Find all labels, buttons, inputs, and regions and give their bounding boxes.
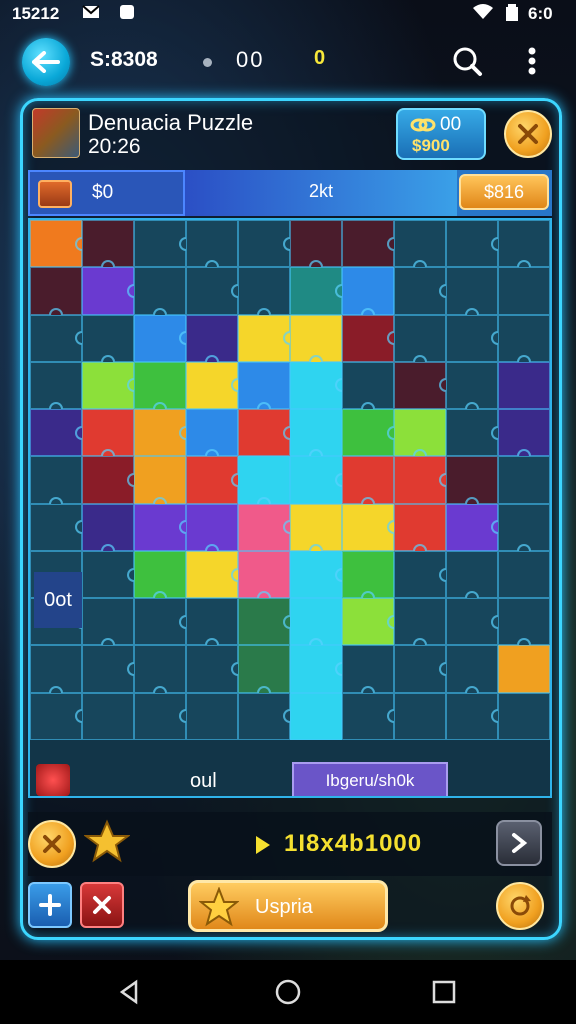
circle-home-icon xyxy=(275,979,301,1005)
menu-button[interactable] xyxy=(522,44,542,78)
puzzle-thumbnail[interactable] xyxy=(32,108,80,158)
top-bar: S:8308 00 0 xyxy=(0,34,576,90)
main-action-label: Uspria xyxy=(255,896,313,918)
puzzle-piece[interactable] xyxy=(498,692,550,740)
remove-button[interactable] xyxy=(80,882,124,928)
info-row: $0 2kt $816 xyxy=(28,170,552,216)
more-vert-icon xyxy=(528,47,536,75)
system-nav-bar xyxy=(0,960,576,1024)
coin-top-value: 00 xyxy=(440,114,462,135)
search-icon xyxy=(453,47,482,76)
mail-icon xyxy=(82,4,100,20)
nav-recents-button[interactable] xyxy=(428,976,460,1008)
triangle-back-icon xyxy=(119,979,138,1005)
puzzle-piece[interactable] xyxy=(498,456,550,504)
side-label: 0ot xyxy=(34,572,82,628)
board-foot-text: oul xyxy=(190,770,217,792)
nav-home-button[interactable] xyxy=(272,976,304,1008)
puzzle-piece[interactable] xyxy=(498,645,550,693)
close-icon xyxy=(518,124,538,144)
gem-icon xyxy=(36,764,70,796)
add-button[interactable] xyxy=(28,882,72,928)
puzzle-board[interactable]: 0ot oul Ibgeru/sh0k xyxy=(28,218,552,798)
info-right-button[interactable]: $816 xyxy=(459,174,549,210)
main-action-button[interactable]: Uspria xyxy=(188,880,388,932)
status-bar: 15212 6:0 xyxy=(0,0,576,28)
top-coins: S:8308 xyxy=(90,48,158,71)
close-icon xyxy=(93,896,111,914)
status-time: 15212 xyxy=(12,4,60,23)
action-score: 1I8x4b1000 xyxy=(284,830,423,857)
separator-dot xyxy=(203,58,212,67)
back-button[interactable] xyxy=(22,38,70,86)
next-button[interactable] xyxy=(496,820,542,866)
wifi-icon xyxy=(472,4,494,20)
coin-box[interactable]: 00 $900 xyxy=(396,108,486,160)
action-row: 1I8x4b1000 xyxy=(28,812,552,876)
puzzle-piece[interactable] xyxy=(394,692,446,740)
arrow-left-icon xyxy=(32,51,60,73)
rotate-button[interactable] xyxy=(496,882,544,930)
link-icon xyxy=(410,118,436,132)
info-middle-text: 2kt xyxy=(309,181,334,201)
play-icon xyxy=(256,836,270,854)
puzzle-piece[interactable] xyxy=(186,692,238,740)
puzzle-piece[interactable] xyxy=(498,267,550,315)
puzzle-piece[interactable] xyxy=(498,361,550,410)
bottom-row: Uspria xyxy=(28,876,552,936)
puzzle-header: Denuacia Puzzle 20:26 00 $900 xyxy=(28,104,552,164)
search-button[interactable] xyxy=(450,44,484,78)
status-right-time: 6:0 xyxy=(528,4,553,23)
info-left-amount: $0 xyxy=(92,182,114,203)
chevron-right-icon xyxy=(512,833,528,853)
info-right: $816 xyxy=(457,170,552,216)
plus-icon xyxy=(39,894,61,916)
rotate-icon xyxy=(510,895,531,916)
chest-icon xyxy=(38,180,72,208)
board-foot-pill[interactable]: Ibgeru/sh0k xyxy=(292,762,448,796)
nav-back-button[interactable] xyxy=(114,976,146,1008)
star-icon xyxy=(199,887,239,927)
puzzle-timer: 20:26 xyxy=(88,135,141,158)
coin-bottom-value: $900 xyxy=(412,136,450,155)
square-recents-icon xyxy=(432,980,456,1004)
info-left: $0 xyxy=(28,170,185,216)
notification-icon xyxy=(118,4,136,20)
puzzle-title: Denuacia Puzzle xyxy=(88,110,254,135)
puzzle-piece[interactable] xyxy=(290,692,342,740)
close-button[interactable] xyxy=(504,110,552,158)
cancel-button[interactable] xyxy=(28,820,76,868)
top-score: 00 xyxy=(236,47,265,72)
close-icon xyxy=(43,835,61,853)
battery-icon xyxy=(506,4,518,21)
top-yellow-value: 0 xyxy=(314,47,326,69)
star-key-icon[interactable] xyxy=(83,818,131,868)
info-middle: 2kt xyxy=(185,170,457,216)
puzzle-piece[interactable] xyxy=(82,692,134,740)
puzzle-piece[interactable] xyxy=(498,550,550,599)
